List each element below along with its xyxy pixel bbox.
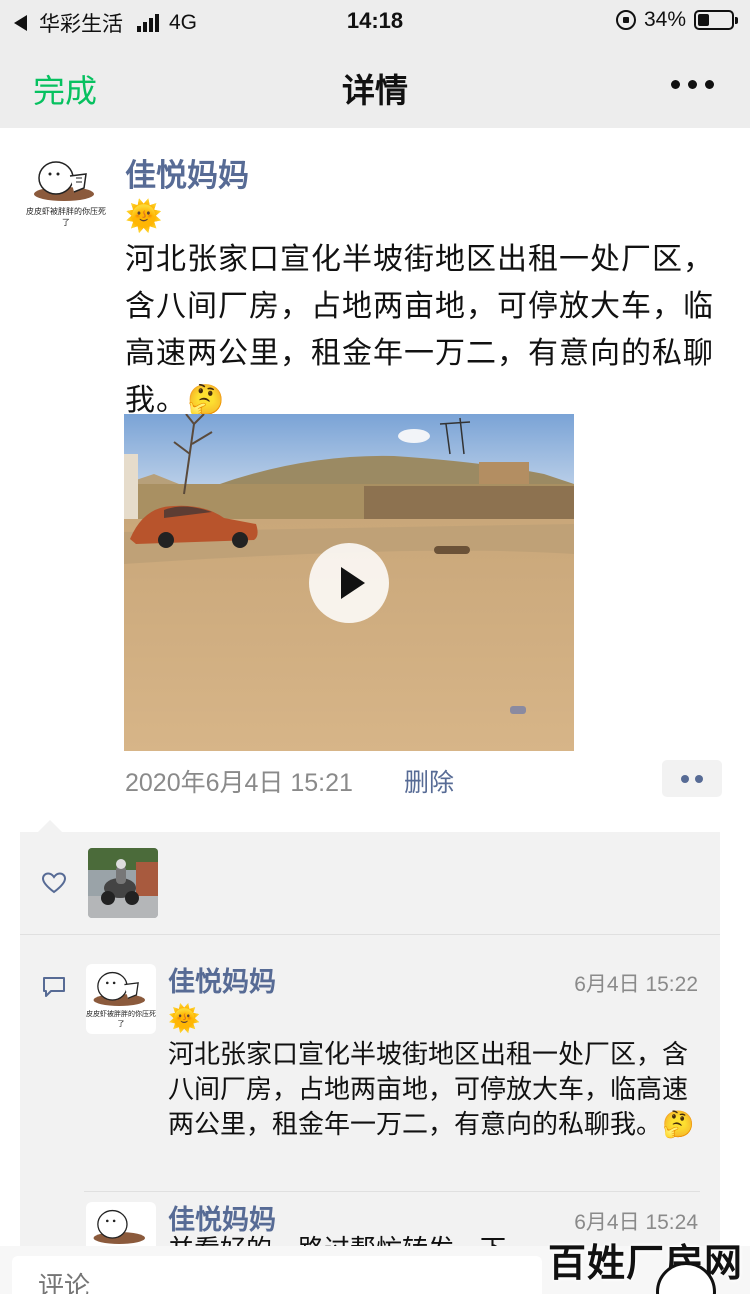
comment-avatar[interactable]: 皮皮虾被胖胖的你压死了 bbox=[86, 964, 156, 1034]
comment-content: 河北张家口宣化半坡街地区出租一处厂区，含八间厂房，占地两亩地，可停放大车，临高速… bbox=[168, 1037, 708, 1142]
comment-input[interactable] bbox=[12, 1256, 542, 1294]
comment-avatar-drawing bbox=[93, 971, 145, 1006]
comment-thinking-emoji: 🤔 bbox=[662, 1109, 695, 1139]
comment-menu-button[interactable] bbox=[662, 760, 722, 797]
status-right: 34% bbox=[615, 8, 738, 32]
post-author[interactable]: 佳悦妈妈 bbox=[125, 150, 249, 195]
page-title: 详情 bbox=[342, 72, 408, 109]
sun-emoji: 🌞 bbox=[125, 200, 163, 233]
bubble-tail bbox=[38, 820, 62, 832]
comment-text: 河北张家口宣化半坡街地区出租一处厂区，含八间厂房，占地两亩地，可停放大车，临高速… bbox=[168, 1039, 689, 1139]
status-bar: 华彩生活 4G 14:18 34% bbox=[0, 0, 750, 42]
more-dots-icon[interactable] bbox=[671, 80, 714, 89]
comment-time: 6月4日 15:22 bbox=[574, 973, 698, 996]
comment-avatar-drawing bbox=[93, 1209, 145, 1244]
battery-icon bbox=[694, 10, 738, 30]
post-timestamp: 2020年6月4日 15:21 bbox=[125, 769, 353, 797]
liker-avatar[interactable] bbox=[88, 848, 158, 918]
avatar[interactable]: 皮皮虾被胖胖的你压死了 bbox=[26, 152, 106, 232]
avatar-caption: 皮皮虾被胖胖的你压死了 bbox=[26, 207, 106, 227]
comment-sun-emoji: 🌞 bbox=[168, 1003, 201, 1033]
rotation-lock-icon bbox=[615, 10, 636, 30]
thinking-emoji: 🤔 bbox=[187, 384, 226, 417]
play-button-icon[interactable] bbox=[309, 543, 389, 623]
avatar-drawing bbox=[34, 161, 94, 201]
liker-avatar-image bbox=[88, 848, 158, 918]
comment-author[interactable]: 佳悦妈妈 bbox=[168, 960, 276, 999]
comment-divider bbox=[84, 1191, 700, 1192]
likes-row bbox=[20, 832, 720, 935]
watermark-text: 百姓厂房网 bbox=[548, 1243, 744, 1285]
video-thumbnail[interactable] bbox=[124, 414, 574, 751]
delete-button[interactable]: 删除 bbox=[404, 763, 454, 799]
comment-icon bbox=[43, 977, 65, 997]
nav-bar: 完成 详情 bbox=[0, 42, 750, 128]
comment-avatar-caption: 皮皮虾被胖胖的你压死了 bbox=[86, 1011, 156, 1028]
comment-author[interactable]: 佳悦妈妈 bbox=[168, 1198, 276, 1237]
interaction-panel: 皮皮虾被胖胖的你压死了 佳悦妈妈 6月4日 15:22 🌞 河北张家口宣化半坡街… bbox=[20, 832, 720, 1262]
heart-icon bbox=[42, 872, 66, 894]
post-content: 河北张家口宣化半坡街地区出租一处厂区，含八间厂房，占地两亩地，可停放大车，临高速… bbox=[125, 236, 725, 424]
battery-percent: 34% bbox=[643, 8, 686, 31]
